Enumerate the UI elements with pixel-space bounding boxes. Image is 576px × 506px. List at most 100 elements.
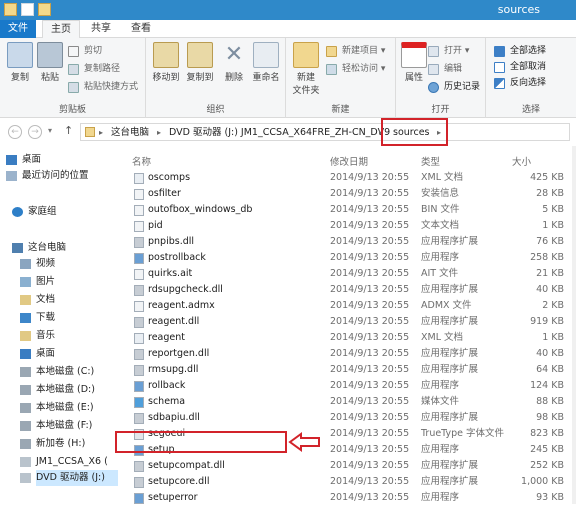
file-date: 2014/9/13 20:55 [330,428,410,439]
file-date: 2014/9/13 20:55 [330,460,410,471]
file-icon [134,237,144,248]
nav-item-dvd-drive[interactable]: DVD 驱动器 (J:) [20,470,118,486]
paste-button[interactable]: 粘贴 [30,42,70,83]
hard-drive-icon [20,439,31,449]
file-row[interactable]: sdbapiu.dll 2014/9/13 20:55 应用程序扩展 98 KB [118,410,576,426]
nav-item-drive-c[interactable]: 本地磁盘 (C:) [20,364,94,380]
nav-item-music[interactable]: 音乐 [20,328,55,344]
select-none-icon [494,62,505,73]
file-icon [134,349,144,360]
new-item-button[interactable]: 新建项目 ▾ [326,44,385,58]
file-row[interactable]: osfilter 2014/9/13 20:55 安装信息 28 KB [118,186,576,202]
recent-locations-icon[interactable]: ▾ [48,126,52,135]
file-row[interactable]: reportgen.dll 2014/9/13 20:55 应用程序扩展 40 KB [118,346,576,362]
file-row[interactable]: reagent 2014/9/13 20:55 XML 文档 1 KB [118,330,576,346]
rename-icon [253,42,279,68]
file-row[interactable]: pnpibs.dll 2014/9/13 20:55 应用程序扩展 76 KB [118,234,576,250]
file-row[interactable]: oscomps 2014/9/13 20:55 XML 文档 425 KB [118,170,576,186]
nav-item-this-pc[interactable]: 这台电脑 [12,240,66,256]
new-folder-icon[interactable] [38,3,51,16]
nav-item-drive-h[interactable]: 新加卷 (H:) [20,436,85,452]
file-icon [134,413,144,424]
file-row[interactable]: rollback 2014/9/13 20:55 应用程序 124 KB [118,378,576,394]
file-name: sdbapiu.dll [148,412,200,423]
file-date: 2014/9/13 20:55 [330,268,410,279]
column-header-type[interactable]: 类型 [421,154,440,168]
nav-item-homegroup[interactable]: 家庭组 [12,204,57,220]
new-folder-icon [293,42,319,68]
invert-selection-button[interactable]: 反向选择 [494,76,546,90]
chevron-right-icon: ▸ [157,128,162,137]
easy-access-button[interactable]: 轻松访问 ▾ [326,62,385,76]
file-row[interactable]: rmsupg.dll 2014/9/13 20:55 应用程序扩展 64 KB [118,362,576,378]
forward-icon[interactable]: → [28,125,42,139]
file-row[interactable]: schema 2014/9/13 20:55 媒体文件 88 KB [118,394,576,410]
file-type: AIT 文件 [421,268,459,279]
organize-group: 移动到 复制到 ✕ 删除 重命名 组织 [146,38,286,118]
tab-view[interactable]: 查看 [124,20,158,38]
back-icon[interactable]: ← [8,125,22,139]
paste-shortcut-icon [68,82,79,93]
file-row[interactable]: outofbox_windows_db 2014/9/13 20:55 BIN 文件… [118,202,576,218]
nav-item-desktop[interactable]: 桌面 [6,152,41,168]
file-row[interactable]: reagent.admx 2014/9/13 20:55 ADMX 文件 2 KB [118,298,576,314]
nav-item-drive-e[interactable]: 本地磁盘 (E:) [20,400,94,416]
nav-item-desktop-2[interactable]: 桌面 [20,346,55,362]
file-row[interactable]: quirks.ait 2014/9/13 20:55 AIT 文件 21 KB [118,266,576,282]
file-row[interactable]: rdsupgcheck.dll 2014/9/13 20:55 应用程序扩展 40 K… [118,282,576,298]
edit-button[interactable]: 编辑 [428,62,462,76]
tab-home[interactable]: 主页 [42,20,80,39]
desktop-icon [6,155,17,165]
properties-icon[interactable] [21,3,34,16]
tab-file[interactable]: 文件 [0,20,36,38]
file-row[interactable]: setupcore.dll 2014/9/13 20:55 应用程序扩展 1,000 … [118,474,576,490]
rename-button[interactable]: 重命名 [246,42,286,83]
computer-icon [12,243,23,253]
open-group: 属性 打开 ▾ 编辑 历史记录 打开 [396,38,486,118]
nav-item-drive-d[interactable]: 本地磁盘 (D:) [20,382,95,398]
file-row[interactable]: setupcompat.dll 2014/9/13 20:55 应用程序扩展 252 … [118,458,576,474]
file-size: 252 KB [530,460,564,471]
nav-item-downloads[interactable]: 下载 [20,310,55,326]
file-row[interactable]: postrollback 2014/9/13 20:55 应用程序 258 KB [118,250,576,266]
breadcrumb-this-pc[interactable]: 这台电脑 [111,125,149,141]
file-type: 安装信息 [421,188,460,199]
folder-icon[interactable] [4,3,17,16]
nav-item-jm1[interactable]: JM1_CCSA_X6 ( [20,454,108,470]
column-header-name[interactable]: 名称 [132,154,151,168]
new-folder-button[interactable]: 新建 文件夹 [286,42,326,96]
select-none-button[interactable]: 全部取消 [494,60,546,74]
disc-drive-icon [20,457,31,467]
column-header-size[interactable]: 大小 [512,154,531,168]
hard-drive-icon [20,385,31,395]
nav-item-documents[interactable]: 文档 [20,292,55,308]
nav-item-videos[interactable]: 视频 [20,256,55,272]
file-size: 919 KB [530,316,564,327]
file-icon [134,381,144,392]
cut-button[interactable]: 剪切 [68,44,102,58]
select-group: 全部选择 全部取消 反向选择 选择 [486,38,576,118]
file-row[interactable]: reagent.dll 2014/9/13 20:55 应用程序扩展 919 KB [118,314,576,330]
history-button[interactable]: 历史记录 [428,80,480,94]
file-date: 2014/9/13 20:55 [330,172,410,183]
paste-shortcut-button[interactable]: 粘贴快捷方式 [68,80,138,94]
select-all-button[interactable]: 全部选择 [494,44,546,58]
file-date: 2014/9/13 20:55 [330,300,410,311]
column-header-date[interactable]: 修改日期 [330,154,368,168]
nav-item-recent[interactable]: 最近访问的位置 [6,168,89,184]
open-icon [428,46,439,57]
address-box[interactable]: ▸ 这台电脑 ▸ DVD 驱动器 (J:) JM1_CCSA_X64FRE_ZH… [80,123,570,141]
copy-path-button[interactable]: 复制路径 [68,62,120,76]
tab-share[interactable]: 共享 [84,20,118,38]
nav-item-drive-f[interactable]: 本地磁盘 (F:) [20,418,92,434]
open-button[interactable]: 打开 ▾ [428,44,469,58]
nav-item-pictures[interactable]: 图片 [20,274,55,290]
up-icon[interactable]: ↑ [64,124,73,137]
file-name: rmsupg.dll [148,364,199,375]
file-type: 文本文档 [421,220,460,231]
breadcrumb-dvd-drive[interactable]: DVD 驱动器 (J:) JM1_CCSA_X64FRE_ZH-CN_DV9 [169,125,390,141]
file-row[interactable]: pid 2014/9/13 20:55 文本文档 1 KB [118,218,576,234]
file-name: osfilter [148,188,181,199]
copy-path-icon [68,64,79,75]
vertical-scrollbar[interactable] [572,146,576,504]
